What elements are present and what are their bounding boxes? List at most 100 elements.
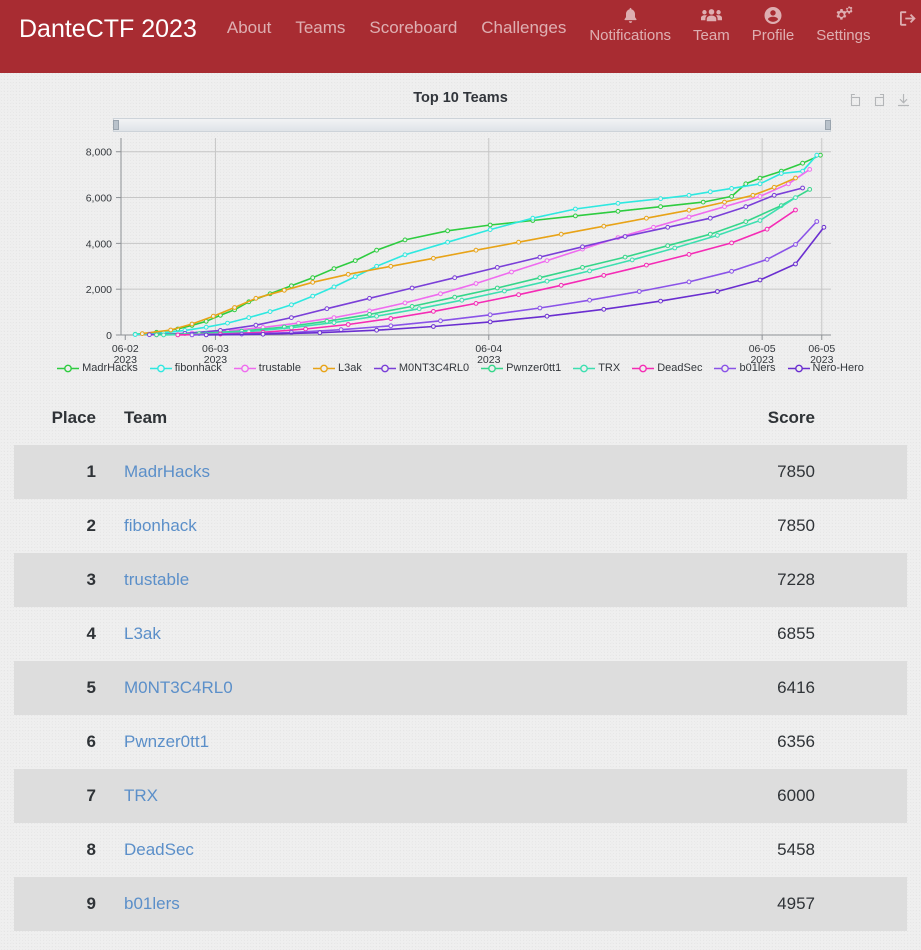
series-point[interactable] (487, 319, 493, 325)
series-point[interactable] (253, 322, 259, 328)
series-point[interactable] (367, 312, 372, 317)
legend-item-b01lers[interactable]: b01lers (708, 362, 781, 374)
series-point[interactable] (175, 332, 181, 338)
series-point[interactable] (757, 181, 763, 187)
table-row[interactable]: 9 b01lers 4957 (14, 877, 907, 931)
series-point[interactable] (409, 285, 415, 291)
series-line[interactable] (148, 187, 804, 336)
series-point[interactable] (203, 332, 209, 338)
series-point[interactable] (139, 331, 145, 337)
brand-link[interactable]: DanteCTF 2023 (19, 17, 197, 42)
series-point[interactable] (445, 228, 451, 234)
series-point[interactable] (473, 301, 479, 306)
series-point[interactable] (345, 322, 351, 327)
series-point[interactable] (530, 215, 536, 221)
team-link[interactable]: M0NT3C4RL0 (124, 678, 233, 697)
series-point[interactable] (331, 284, 337, 290)
series-point[interactable] (622, 254, 628, 260)
series-point[interactable] (168, 327, 174, 333)
team-link[interactable]: b01lers (124, 894, 180, 913)
series-point[interactable] (161, 332, 167, 338)
series-point[interactable] (260, 331, 266, 337)
series-point[interactable] (715, 233, 720, 238)
series-point[interactable] (644, 262, 649, 268)
series-point[interactable] (494, 265, 500, 270)
series-point[interactable] (210, 313, 216, 319)
series-point[interactable] (374, 327, 380, 333)
series-point[interactable] (707, 215, 713, 221)
series-point[interactable] (793, 261, 798, 267)
series-point[interactable] (580, 265, 585, 270)
series-point[interactable] (686, 214, 692, 220)
series-point[interactable] (374, 263, 380, 269)
table-row[interactable]: 4 L3ak 6855 (14, 607, 907, 661)
series-point[interactable] (807, 187, 813, 192)
series-point[interactable] (814, 152, 820, 158)
series-point[interactable] (310, 279, 316, 285)
series-point[interactable] (310, 293, 316, 299)
series-point[interactable] (743, 219, 749, 225)
series-point[interactable] (516, 239, 521, 245)
series-point[interactable] (402, 237, 408, 243)
series-point[interactable] (672, 245, 678, 251)
series-point[interactable] (473, 281, 479, 286)
series-point[interactable] (281, 287, 287, 293)
series-point[interactable] (757, 277, 763, 283)
series-point[interactable] (502, 288, 507, 294)
series-point[interactable] (629, 257, 635, 263)
series-point[interactable] (459, 297, 465, 303)
series-point[interactable] (764, 226, 770, 232)
legend-item-deadsec[interactable]: DeadSec (626, 362, 708, 374)
series-point[interactable] (331, 266, 337, 272)
series-point[interactable] (573, 206, 578, 212)
legend-item-m0nt3c4rl0[interactable]: M0NT3C4RL0 (368, 362, 475, 374)
series-line[interactable] (134, 154, 822, 336)
team-link[interactable]: fibonhack (124, 516, 197, 535)
series-point[interactable] (473, 247, 479, 253)
series-point[interactable] (580, 244, 585, 250)
series-point[interactable] (289, 325, 294, 331)
series-point[interactable] (409, 304, 415, 309)
series-point[interactable] (793, 242, 798, 247)
table-row[interactable]: 8 DeadSec 5458 (14, 823, 907, 877)
nav-item-notifications[interactable]: Notifications (578, 6, 682, 45)
legend-item-l3ak[interactable]: L3ak (307, 362, 368, 374)
series-point[interactable] (352, 258, 358, 264)
series-line[interactable] (155, 168, 811, 336)
series-point[interactable] (601, 273, 607, 278)
series-point[interactable] (821, 224, 827, 230)
table-row[interactable]: 2 fibonhack 7850 (14, 499, 907, 553)
series-line[interactable] (177, 209, 797, 336)
series-point[interactable] (729, 186, 734, 191)
series-point[interactable] (388, 323, 394, 329)
series-point[interactable] (700, 199, 706, 205)
series-point[interactable] (715, 289, 720, 294)
series-point[interactable] (558, 231, 564, 237)
series-point[interactable] (771, 184, 777, 190)
series-point[interactable] (537, 305, 543, 311)
series-point[interactable] (388, 316, 394, 321)
table-row[interactable]: 7 TRX 6000 (14, 769, 907, 823)
series-point[interactable] (544, 258, 550, 264)
nav-item-team[interactable]: Team (682, 6, 741, 45)
table-row[interactable]: 3 trustable 7228 (14, 553, 907, 607)
series-point[interactable] (615, 200, 621, 206)
series-point[interactable] (537, 254, 543, 260)
series-point[interactable] (601, 223, 607, 229)
nav-item-settings[interactable]: Settings (805, 6, 881, 45)
nav-link-about[interactable]: About (215, 19, 283, 36)
series-point[interactable] (431, 324, 436, 329)
series-point[interactable] (686, 192, 692, 198)
nav-link-challenges[interactable]: Challenges (469, 19, 578, 36)
series-point[interactable] (544, 278, 550, 284)
series-point[interactable] (793, 195, 798, 200)
series-point[interactable] (388, 263, 394, 269)
series-point[interactable] (203, 324, 209, 330)
series-point[interactable] (345, 271, 351, 277)
series-point[interactable] (686, 252, 692, 257)
series-point[interactable] (147, 332, 152, 338)
series-point[interactable] (686, 279, 692, 285)
series-point[interactable] (132, 332, 138, 337)
legend-item-trx[interactable]: TRX (567, 362, 626, 374)
series-point[interactable] (154, 332, 159, 338)
